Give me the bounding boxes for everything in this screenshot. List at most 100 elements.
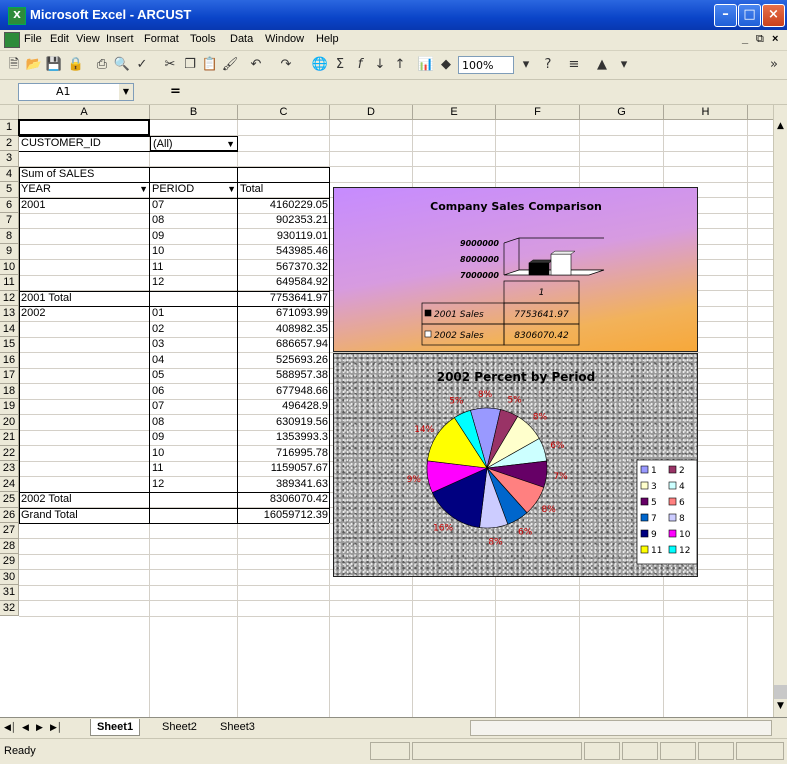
menu-view[interactable]: View	[76, 33, 100, 45]
insert-function-icon[interactable]: f	[350, 55, 370, 75]
column-header-a[interactable]: A	[19, 105, 150, 120]
pivot-year-cell[interactable]: 2002 Total	[19, 492, 150, 508]
vertical-scrollbar[interactable]: ▲ ▼	[773, 105, 787, 717]
select-all-corner[interactable]	[0, 105, 19, 120]
pivot-period-cell[interactable]: 05	[150, 368, 238, 384]
new-icon[interactable]: 🗎	[4, 55, 24, 75]
menu-insert[interactable]: Insert	[106, 33, 134, 45]
pivot-total-cell[interactable]: 588957.38	[238, 368, 330, 384]
row-header-14[interactable]: 14	[0, 321, 19, 337]
row-header-5[interactable]: 5	[0, 182, 19, 198]
pivot-period-header[interactable]: PERIOD ▼	[150, 182, 238, 198]
workbook-icon[interactable]	[4, 32, 20, 48]
row-header-32[interactable]: 32	[0, 600, 19, 616]
pivot-period-cell[interactable]: 07	[150, 198, 238, 214]
row-header-24[interactable]: 24	[0, 476, 19, 492]
tab-prev-icon[interactable]: ◀	[22, 719, 29, 735]
row-header-1[interactable]: 1	[0, 120, 19, 136]
drawing-icon[interactable]: ◆	[436, 55, 456, 75]
row-header-26[interactable]: 26	[0, 507, 19, 523]
row-header-28[interactable]: 28	[0, 538, 19, 554]
pivot-year-header[interactable]: YEAR ▼	[19, 182, 150, 198]
menu-edit[interactable]: Edit	[50, 33, 69, 45]
row-header-12[interactable]: 12	[0, 290, 19, 306]
row-header-27[interactable]: 27	[0, 523, 19, 539]
row-header-9[interactable]: 9	[0, 244, 19, 260]
pivot-period-cell[interactable]: 04	[150, 353, 238, 369]
menu-tools[interactable]: Tools	[190, 33, 216, 45]
open-icon[interactable]: 📂	[24, 55, 44, 75]
pivot-total-header[interactable]: Total	[238, 182, 330, 198]
zoom-select[interactable]: 100%	[458, 56, 514, 74]
row-header-22[interactable]: 22	[0, 445, 19, 461]
column-header-b[interactable]: B	[150, 105, 238, 120]
tab-last-icon[interactable]: ▶│	[50, 719, 63, 735]
row-header-21[interactable]: 21	[0, 430, 19, 446]
align-icon[interactable]: ≡	[564, 55, 584, 75]
row-header-13[interactable]: 13	[0, 306, 19, 322]
scroll-up-arrow[interactable]: ▲	[774, 121, 787, 135]
row-header-17[interactable]: 17	[0, 368, 19, 384]
row-header-31[interactable]: 31	[0, 585, 19, 601]
row-header-8[interactable]: 8	[0, 228, 19, 244]
maximize-button[interactable]: □	[738, 4, 761, 27]
column-header-f[interactable]: F	[496, 105, 580, 120]
pivot-total-cell[interactable]: 16059712.39	[238, 508, 330, 524]
row-header-18[interactable]: 18	[0, 383, 19, 399]
excel-icon[interactable]: X	[8, 7, 26, 25]
doc-restore-button[interactable]: ⧉	[756, 33, 764, 46]
tab-sheet3[interactable]: Sheet3	[214, 719, 261, 735]
help-icon[interactable]: ?	[538, 55, 558, 75]
percent-by-period-chart[interactable]: 2002 Percent by Period 8% 5% 8% 6% 7% 8% 6% 8% 16…	[333, 353, 698, 577]
cut-icon[interactable]: ✂	[160, 55, 180, 75]
year-dropdown-icon[interactable]: ▼	[139, 182, 148, 197]
pivot-total-cell[interactable]: 408982.35	[238, 322, 330, 338]
zoom-dropdown-icon[interactable]: ▾	[516, 55, 536, 75]
pivot-total-cell[interactable]: 902353.21	[238, 213, 330, 229]
row-header-11[interactable]: 11	[0, 275, 19, 291]
fill-color-dropdown-icon[interactable]: ▾	[614, 55, 634, 75]
pivot-period-cell[interactable]: 01	[150, 306, 238, 322]
period-dropdown-icon[interactable]: ▼	[227, 182, 236, 197]
pivot-period-cell[interactable]: 11	[150, 461, 238, 477]
row-header-25[interactable]: 25	[0, 492, 19, 508]
active-cell-a1[interactable]	[18, 119, 150, 136]
hyperlink-icon[interactable]: 🌐	[310, 55, 330, 75]
row-header-7[interactable]: 7	[0, 213, 19, 229]
column-header-h[interactable]: H	[664, 105, 748, 120]
pivot-total-cell[interactable]: 686657.94	[238, 337, 330, 353]
doc-close-button[interactable]: ×	[772, 33, 778, 45]
pivot-filter-dropdown[interactable]: (All) ▼	[150, 135, 238, 151]
pivot-total-cell[interactable]: 630919.56	[238, 415, 330, 431]
redo-icon[interactable]: ↷	[276, 55, 296, 75]
column-header-d[interactable]: D	[330, 105, 413, 120]
pivot-total-cell[interactable]: 671093.99	[238, 306, 330, 322]
pivot-period-cell[interactable]: 11	[150, 260, 238, 276]
pivot-year-cell[interactable]: 2002	[19, 306, 150, 322]
save-icon[interactable]: 💾	[44, 55, 64, 75]
column-header-g[interactable]: G	[580, 105, 664, 120]
column-header-e[interactable]: E	[413, 105, 496, 120]
pivot-period-cell[interactable]: 10	[150, 446, 238, 462]
row-header-29[interactable]: 29	[0, 554, 19, 570]
pivot-total-cell[interactable]: 677948.66	[238, 384, 330, 400]
pivot-total-cell[interactable]: 567370.32	[238, 260, 330, 276]
menu-format[interactable]: Format	[144, 33, 179, 45]
pivot-period-cell[interactable]: 06	[150, 384, 238, 400]
pivot-period-cell[interactable]: 02	[150, 322, 238, 338]
name-box[interactable]: A1 ▼	[18, 83, 134, 101]
menu-data[interactable]: Data	[230, 33, 253, 45]
pivot-year-cell[interactable]: 2001	[19, 198, 150, 214]
horizontal-scrollbar[interactable]	[470, 720, 772, 736]
row-header-2[interactable]: 2	[0, 135, 19, 151]
tab-first-icon[interactable]: ◀│	[4, 719, 17, 735]
pivot-period-cell[interactable]: 03	[150, 337, 238, 353]
pivot-period-cell[interactable]: 10	[150, 244, 238, 260]
row-header-19[interactable]: 19	[0, 399, 19, 415]
row-header-20[interactable]: 20	[0, 414, 19, 430]
pivot-total-cell[interactable]: 543985.46	[238, 244, 330, 260]
menu-file[interactable]: File	[24, 33, 42, 45]
pivot-period-cell[interactable]: 08	[150, 415, 238, 431]
row-header-23[interactable]: 23	[0, 461, 19, 477]
name-box-dropdown-icon[interactable]: ▼	[119, 84, 133, 100]
